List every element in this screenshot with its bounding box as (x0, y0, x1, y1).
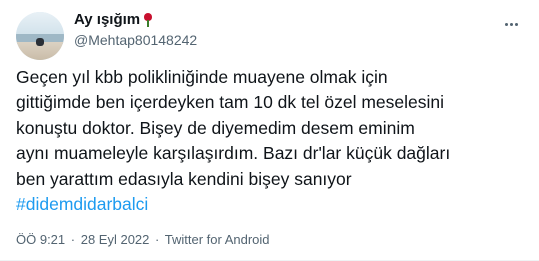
tweet-text: Geçen yıl kbb polikliniğinde muayene olm… (16, 65, 526, 217)
tweet-metadata: ÖÖ 9:21 · 28 Eyl 2022 · Twitter for Andr… (16, 232, 270, 248)
tweet-text-line: gittiğimde ben içerdeyken tam 10 dk tel … (16, 92, 444, 113)
avatar[interactable] (16, 12, 64, 60)
tweet-text-line: konuştu doktor. Bişey de diyemedim desem… (16, 117, 415, 138)
tweet-text-line: ben yarattım edasıyla kendini bişey sanı… (16, 168, 352, 189)
user-handle[interactable]: @Mehtap80148242 (74, 31, 197, 49)
meta-separator: · (70, 232, 76, 247)
tweet-date[interactable]: 28 Eyl 2022 (81, 232, 150, 247)
tweet-time[interactable]: ÖÖ 9:21 (16, 232, 65, 247)
display-name[interactable]: Ay ışığım (74, 10, 140, 30)
tweet-header: Ay ışığım @Mehtap80148242 (16, 8, 523, 60)
tweet-source: Twitter for Android (164, 232, 270, 247)
hashtag-link[interactable]: #didemdidarbalci (16, 192, 526, 217)
tweet: Ay ışığım @Mehtap80148242 Geçen yıl kbb … (0, 0, 539, 261)
more-options-icon[interactable] (501, 14, 521, 34)
display-name-row[interactable]: Ay ışığım (74, 10, 197, 30)
author-names: Ay ışığım @Mehtap80148242 (74, 10, 197, 49)
tweet-text-line: Geçen yıl kbb polikliniğinde muayene olm… (16, 67, 388, 87)
meta-separator: · (155, 232, 160, 247)
avatar-figure (36, 38, 44, 46)
rose-icon (143, 13, 153, 27)
tweet-text-line: aynı muameleyle karşılaşırdım. Bazı dr'l… (16, 143, 451, 164)
